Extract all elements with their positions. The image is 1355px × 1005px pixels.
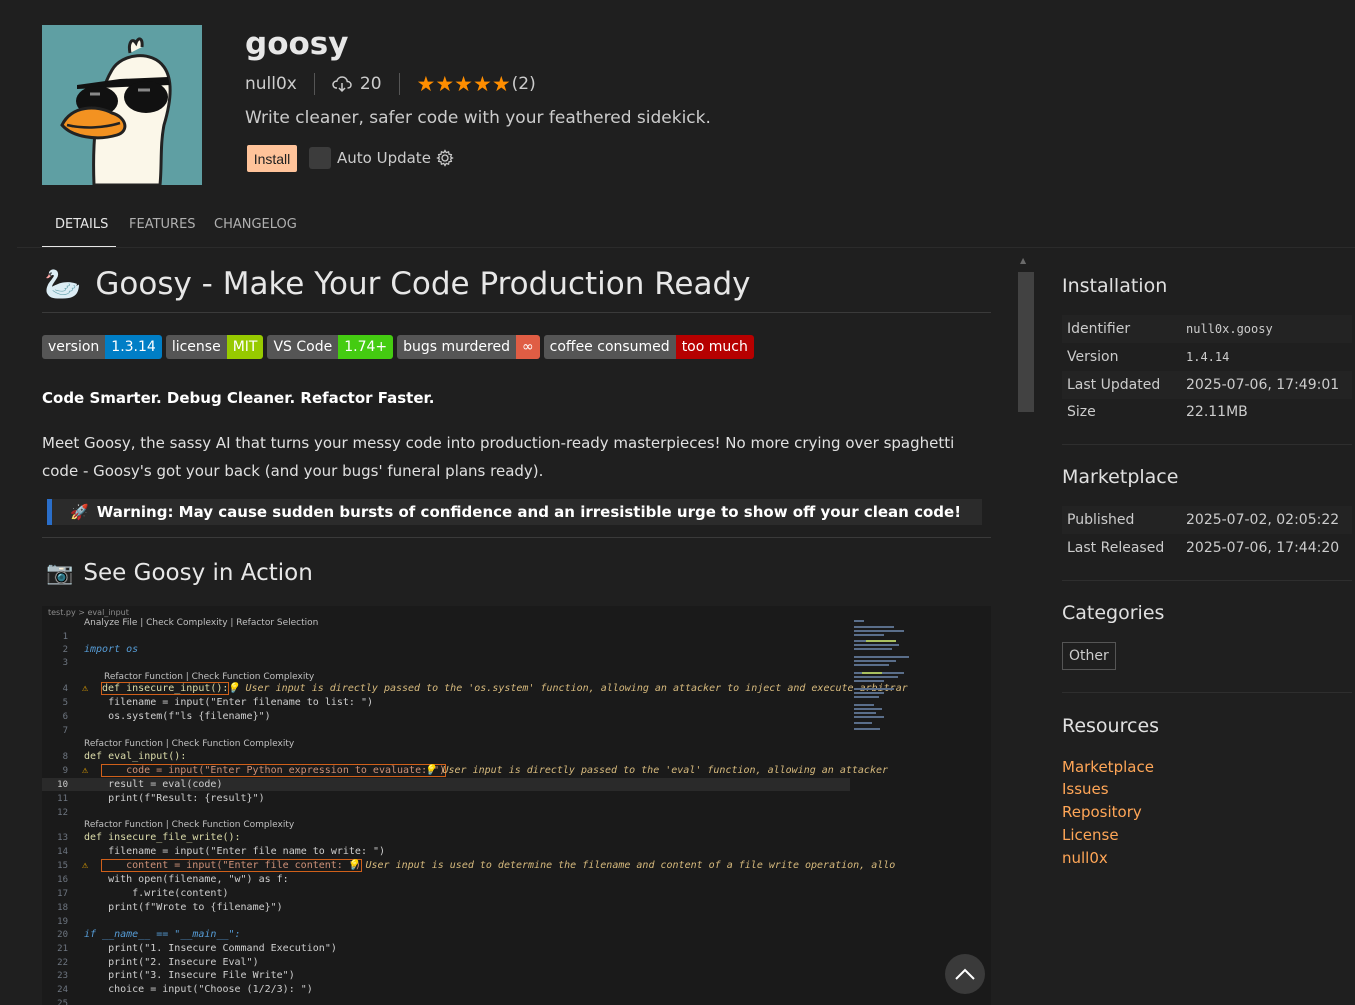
section-heading-text: See Goosy in Action [83,560,313,586]
codelens-function: Refactor Function | Check Function Compl… [84,819,295,830]
cloud-download-icon [332,76,352,93]
demo-screenshot: test.py > eval_input Analyze File | Chec… [42,606,991,1005]
scroll-to-top-button[interactable] [945,954,985,994]
tagline: Code Smarter. Debug Cleaner. Refactor Fa… [42,389,435,407]
badges-row: version 1.3.14 license MIT VS Code 1.74+ bu… [42,335,754,359]
code-line: 4 ⚠ def insecure_input(): 💡 User input is d… [62,682,908,695]
info-row-last-released: Last Released 2025-07-06, 17:44:20 [1067,540,1340,556]
intro-paragraph: Meet Goosy, the sassy AI that turns your… [42,434,955,480]
extension-name: goosy [245,26,349,62]
tab-changelog[interactable]: CHANGELOG [214,217,297,232]
info-row-identifier: Identifier null0x.goosy [1062,315,1352,343]
info-row-size: Size 22.11MB [1067,404,1248,420]
badge-license[interactable]: license MIT [165,335,264,359]
category-tag-other[interactable]: Other [1062,642,1116,670]
code-line: 9 ⚠ code = input("Enter Python expression… [62,764,889,777]
star-icon: ★ [454,72,473,96]
swan-emoji-icon: 🦢 [44,266,82,302]
rating-count: (2) [511,74,536,94]
section-heading: 📷 See Goosy in Action [46,560,313,586]
code-line: 15 ⚠ content = input("Enter file content:… [57,859,896,872]
sidebar-divider [1062,444,1352,445]
resource-link-publisher[interactable]: null0x [1062,849,1108,867]
title-underline [42,312,991,313]
resource-link-issues[interactable]: Issues [1062,780,1109,798]
badge-bugs[interactable]: bugs murdered ∞ [397,335,540,359]
section-divider [42,537,991,538]
install-count: 20 [332,74,382,94]
star-icon: ★ [435,72,455,96]
auto-update-checkbox[interactable] [309,147,331,169]
rating-stars[interactable]: ★ ★ ★ ★ ★ (2) [417,72,536,96]
info-row-last-updated: Last Updated 2025-07-06, 17:49:01 [1062,371,1352,399]
auto-update-label: Auto Update [337,149,431,167]
tab-features[interactable]: FEATURES [129,217,196,232]
tab-details[interactable]: DETAILS [55,217,108,232]
resource-link-repository[interactable]: Repository [1062,803,1142,821]
star-icon: ★ [491,72,511,96]
extension-description: Write cleaner, safer code with your feat… [245,108,711,128]
resources-heading: Resources [1062,715,1160,737]
rocket-icon: 🚀 [70,503,89,521]
chevron-up-icon [955,968,975,980]
categories-heading: Categories [1062,602,1165,624]
readme-title-text: Goosy - Make Your Code Production Ready [95,266,751,302]
code-line-current: 10 result = eval(code) [42,778,850,791]
meta-divider [398,73,400,95]
star-icon: ★ [416,72,436,96]
extension-logo [42,25,202,185]
tabs-divider [17,247,1355,248]
sidebar-divider [1062,580,1352,581]
star-icon: ★ [473,72,492,96]
scroll-up-arrow-icon[interactable]: ▲ [1020,256,1026,265]
info-row-version: Version 1.4.14 [1067,349,1230,365]
extension-meta: null0x 20 ★ ★ ★ ★ ★ (2) [245,72,536,96]
resource-link-license[interactable]: License [1062,826,1119,844]
badge-version[interactable]: version 1.3.14 [42,335,162,359]
sidebar-divider [1062,692,1352,693]
publisher-link[interactable]: null0x [245,74,297,94]
vertical-scrollbar-thumb[interactable] [1018,272,1034,412]
camera-icon: 📷 [46,560,74,586]
codelens-file: Analyze File | Check Complexity | Refact… [84,617,319,628]
warning-text: Warning: May cause sudden bursts of conf… [96,503,962,521]
editor-minimap [854,620,909,730]
goose-logo-icon [42,25,202,185]
info-row-published: Published 2025-07-02, 02:05:22 [1062,506,1352,534]
meta-divider [313,73,315,95]
size-link[interactable]: 22.11MB [1186,404,1248,420]
marketplace-heading: Marketplace [1062,466,1179,488]
installation-heading: Installation [1062,275,1168,297]
readme-title: 🦢 Goosy - Make Your Code Production Read… [44,266,751,302]
warning-callout: 🚀 Warning: May cause sudden bursts of co… [47,499,982,525]
codelens-function: Refactor Function | Check Function Compl… [84,738,295,749]
resource-link-marketplace[interactable]: Marketplace [1062,758,1154,776]
badge-vscode[interactable]: VS Code 1.74+ [267,335,394,359]
install-button[interactable]: Install [247,145,297,172]
install-count-value: 20 [359,74,382,94]
badge-coffee[interactable]: coffee consumed too much [543,335,754,359]
settings-gear-icon[interactable] [436,149,454,171]
